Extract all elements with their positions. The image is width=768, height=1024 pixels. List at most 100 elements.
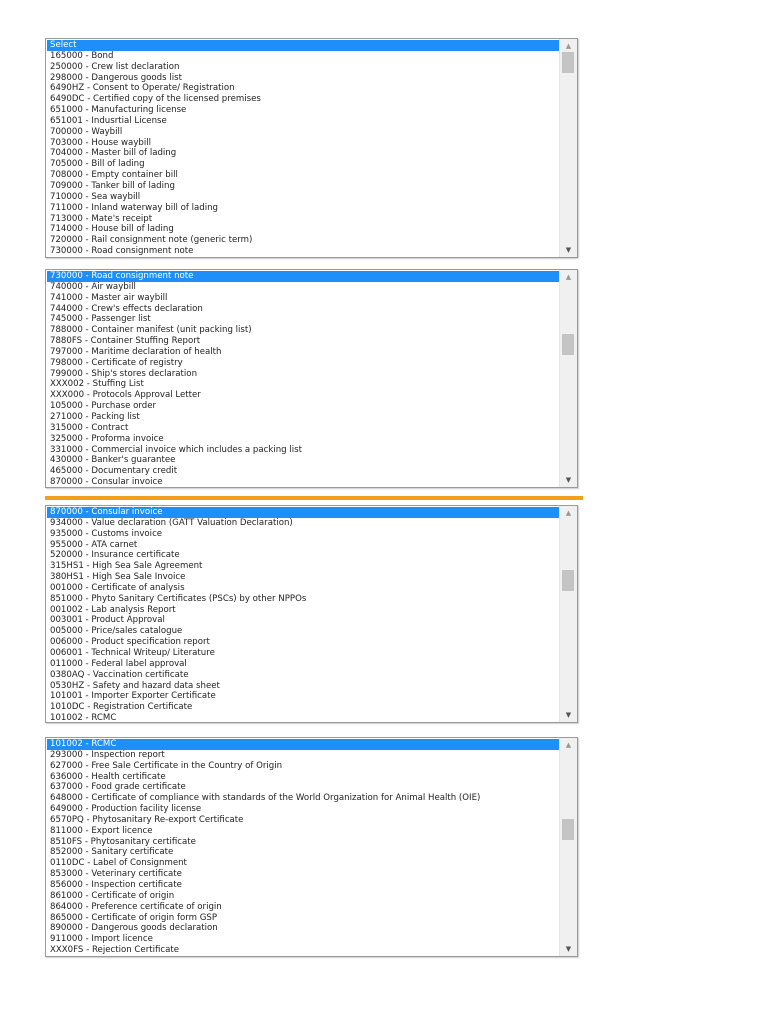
list-option-selected[interactable]: 101002 - RCMC [47, 739, 559, 750]
scroll-up-arrow-icon[interactable]: ▲ [560, 40, 577, 52]
scrollbar[interactable]: ▲ ▼ [559, 506, 577, 722]
list-option[interactable]: 315HS1 - High Sea Sale Agreement [47, 561, 559, 572]
list-option[interactable]: 704000 - Master bill of lading [47, 148, 559, 159]
list-option[interactable]: 101001 - Importer Exporter Certificate [47, 691, 559, 702]
list-option[interactable]: 788000 - Container manifest (unit packin… [47, 325, 559, 336]
list-option[interactable]: 864000 - Preference certificate of origi… [47, 902, 559, 913]
list-option[interactable]: 745000 - Passenger list [47, 314, 559, 325]
list-option[interactable]: 853000 - Veterinary certificate [47, 869, 559, 880]
list-option[interactable]: XXX0FS - Rejection Certificate [47, 945, 559, 956]
list-option[interactable]: 651001 - Indusrtial License [47, 116, 559, 127]
list-option[interactable]: 636000 - Health certificate [47, 772, 559, 783]
list-option[interactable]: 870000 - Consular invoice [47, 477, 559, 487]
list-option[interactable]: 001002 - Lab analysis Report [47, 605, 559, 616]
scrollbar[interactable]: ▲ ▼ [559, 738, 577, 956]
scroll-up-arrow-icon[interactable]: ▲ [560, 507, 577, 519]
list-option[interactable]: 811000 - Export licence [47, 826, 559, 837]
list-option[interactable]: 797000 - Maritime declaration of health [47, 347, 559, 358]
list-option[interactable]: 703000 - House waybill [47, 138, 559, 149]
scroll-down-arrow-icon[interactable]: ▼ [560, 474, 577, 486]
list-option[interactable]: 6490DC - Certified copy of the licensed … [47, 94, 559, 105]
list-option[interactable]: 741000 - Master air waybill [47, 293, 559, 304]
list-option[interactable]: 298000 - Dangerous goods list [47, 73, 559, 84]
list-option[interactable]: 8510FS - Phytosanitary certificate [47, 837, 559, 848]
list-option[interactable]: 714000 - House bill of lading [47, 224, 559, 235]
scrollbar[interactable]: ▲ ▼ [559, 39, 577, 257]
list-option[interactable]: 380HS1 - High Sea Sale Invoice [47, 572, 559, 583]
list-option[interactable]: 325000 - Proforma invoice [47, 434, 559, 445]
list-option[interactable]: 798000 - Certificate of registry [47, 358, 559, 369]
list-option-selected[interactable]: 730000 - Road consignment note [47, 271, 559, 282]
list-option[interactable]: 852000 - Sanitary certificate [47, 847, 559, 858]
list-option[interactable]: 7880FS - Container Stuffing Report [47, 336, 559, 347]
document-type-listbox-1[interactable]: Select 165000 - Bond 250000 - Crew list de… [45, 38, 578, 258]
list-option[interactable]: 911000 - Import licence [47, 934, 559, 945]
list-option[interactable]: 851000 - Phyto Sanitary Certificates (PS… [47, 594, 559, 605]
list-option[interactable]: 705000 - Bill of lading [47, 159, 559, 170]
scroll-down-arrow-icon[interactable]: ▼ [560, 943, 577, 955]
list-option[interactable]: 934000 - Value declaration (GATT Valuati… [47, 518, 559, 529]
list-option[interactable]: 856000 - Inspection certificate [47, 880, 559, 891]
list-option[interactable]: 0530HZ - Safety and hazard data sheet [47, 681, 559, 692]
list-option[interactable]: 955000 - ATA carnet [47, 540, 559, 551]
list-option[interactable]: 105000 - Purchase order [47, 401, 559, 412]
list-option[interactable]: 430000 - Banker's guarantee [47, 455, 559, 466]
document-type-listbox-4[interactable]: 101002 - RCMC 293000 - Inspection report 6… [45, 737, 578, 957]
scrollbar-thumb[interactable] [562, 569, 574, 591]
list-option[interactable]: 713000 - Mate's receipt [47, 214, 559, 225]
list-option[interactable]: 6490HZ - Consent to Operate/ Registratio… [47, 83, 559, 94]
list-option[interactable]: 637000 - Food grade certificate [47, 782, 559, 793]
list-option[interactable]: 293000 - Inspection report [47, 750, 559, 761]
list-option[interactable]: 006001 - Technical Writeup/ Literature [47, 648, 559, 659]
list-option[interactable]: 709000 - Tanker bill of lading [47, 181, 559, 192]
list-option[interactable]: 865000 - Certificate of origin form GSP [47, 913, 559, 924]
list-option[interactable]: 101002 - RCMC [47, 713, 559, 722]
list-option[interactable]: 331000 - Commercial invoice which includ… [47, 445, 559, 456]
list-option[interactable]: 315000 - Contract [47, 423, 559, 434]
list-option[interactable]: 651000 - Manufacturing license [47, 105, 559, 116]
list-option[interactable]: 0380AQ - Vaccination certificate [47, 670, 559, 681]
list-option[interactable]: 708000 - Empty container bill [47, 170, 559, 181]
list-option[interactable]: 935000 - Customs invoice [47, 529, 559, 540]
list-option[interactable]: 710000 - Sea waybill [47, 192, 559, 203]
scrollbar-thumb[interactable] [562, 819, 574, 841]
scroll-down-arrow-icon[interactable]: ▼ [560, 244, 577, 256]
list-option[interactable]: 003001 - Product Approval [47, 615, 559, 626]
list-option[interactable]: XXX000 - Protocols Approval Letter [47, 390, 559, 401]
document-type-listbox-3[interactable]: 870000 - Consular invoice 934000 - Value … [45, 505, 578, 723]
list-option[interactable]: 720000 - Rail consignment note (generic … [47, 235, 559, 246]
list-option[interactable]: 005000 - Price/sales catalogue [47, 626, 559, 637]
list-option[interactable]: 271000 - Packing list [47, 412, 559, 423]
list-option[interactable]: 0110DC - Label of Consignment [47, 858, 559, 869]
list-option[interactable]: 700000 - Waybill [47, 127, 559, 138]
list-option[interactable]: 740000 - Air waybill [47, 282, 559, 293]
scrollbar-thumb[interactable] [562, 334, 574, 355]
list-option[interactable]: 250000 - Crew list declaration [47, 62, 559, 73]
scrollbar-thumb[interactable] [562, 52, 574, 73]
list-option[interactable]: 6570PQ - Phytosanitary Re-export Certifi… [47, 815, 559, 826]
list-option[interactable]: 648000 - Certificate of compliance with … [47, 793, 559, 804]
list-option[interactable]: 165000 - Bond [47, 51, 559, 62]
list-option[interactable]: 001000 - Certificate of analysis [47, 583, 559, 594]
scroll-up-arrow-icon[interactable]: ▲ [560, 739, 577, 751]
list-option[interactable]: 006000 - Product specification report [47, 637, 559, 648]
list-option[interactable]: 1010DC - Registration Certificate [47, 702, 559, 713]
list-option[interactable]: 520000 - Insurance certificate [47, 550, 559, 561]
scrollbar[interactable]: ▲ ▼ [559, 270, 577, 487]
list-option[interactable]: 711000 - Inland waterway bill of lading [47, 203, 559, 214]
list-option-selected[interactable]: 870000 - Consular invoice [47, 507, 559, 518]
list-option[interactable]: XXX002 - Stuffing List [47, 379, 559, 390]
list-option[interactable]: 011000 - Federal label approval [47, 659, 559, 670]
list-option[interactable]: 627000 - Free Sale Certificate in the Co… [47, 761, 559, 772]
list-option[interactable]: 465000 - Documentary credit [47, 466, 559, 477]
list-option[interactable]: 649000 - Production facility license [47, 804, 559, 815]
list-option[interactable]: 890000 - Dangerous goods declaration [47, 923, 559, 934]
list-option[interactable]: 730000 - Road consignment note [47, 246, 559, 257]
document-type-listbox-2[interactable]: 730000 - Road consignment note 740000 - A… [45, 269, 578, 488]
list-option[interactable]: 799000 - Ship's stores declaration [47, 369, 559, 380]
list-option-selected[interactable]: Select [47, 40, 559, 51]
scroll-up-arrow-icon[interactable]: ▲ [560, 271, 577, 283]
list-option[interactable]: 744000 - Crew's effects declaration [47, 304, 559, 315]
scroll-down-arrow-icon[interactable]: ▼ [560, 709, 577, 721]
list-option[interactable]: 861000 - Certificate of origin [47, 891, 559, 902]
